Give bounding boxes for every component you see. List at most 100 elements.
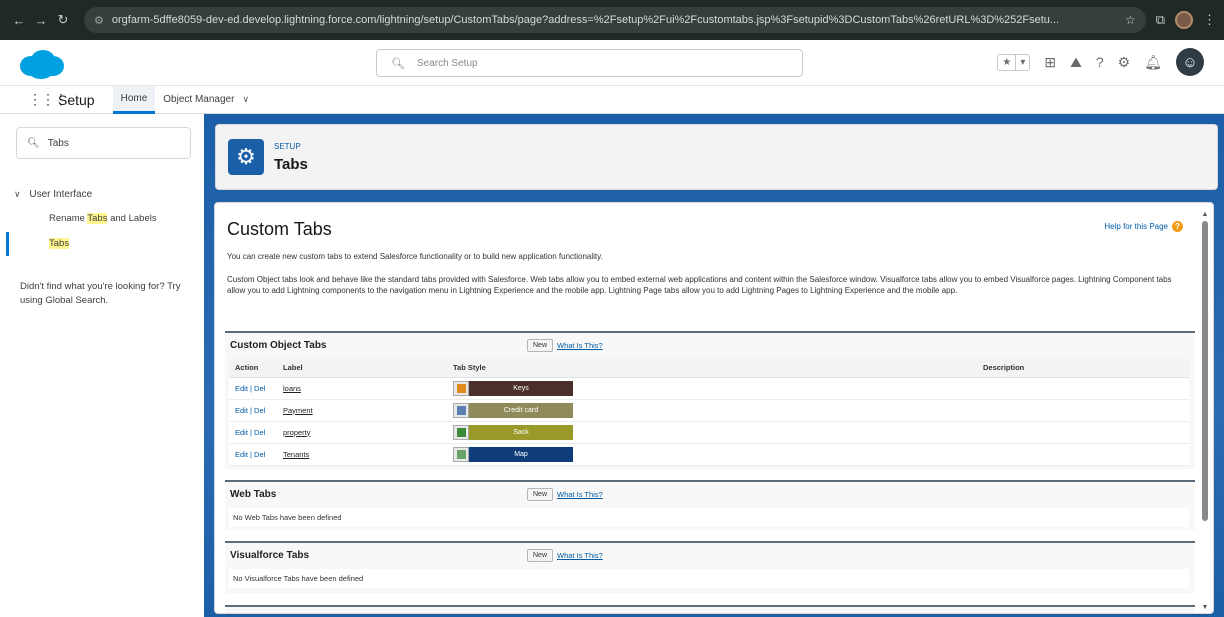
- notifications-bell-icon[interactable]: 🔔︎: [1144, 54, 1162, 71]
- tab-object-manager[interactable]: Object Manager ∨: [155, 86, 257, 114]
- tab-home[interactable]: Home: [112, 85, 156, 114]
- new-web-tab-button[interactable]: New: [527, 488, 554, 501]
- favorites-dropdown-icon[interactable]: ▾: [1015, 54, 1029, 70]
- tab-style-name: Map: [469, 446, 573, 462]
- tab-label-link[interactable]: Tenants: [283, 450, 309, 459]
- sidebar-selected-marker: [6, 232, 204, 256]
- what-is-this-link[interactable]: What Is This?: [557, 341, 603, 350]
- row-description: [977, 421, 1189, 444]
- tab-style-swatch: Keys: [453, 380, 573, 396]
- scroll-down-arrow-icon[interactable]: ▼: [1201, 604, 1209, 611]
- row-style-cell: Sack: [447, 421, 977, 444]
- help-icon[interactable]: ?: [1096, 54, 1104, 70]
- tree-section-label: User Interface: [29, 189, 93, 200]
- salesforce-logo[interactable]: [17, 49, 65, 81]
- tab-style-name: Keys: [469, 380, 573, 396]
- forward-icon[interactable]: →: [30, 13, 52, 28]
- edit-delete-links[interactable]: Edit | Del: [235, 450, 265, 459]
- table-row: Edit | Del Payment Credit card: [229, 399, 1189, 422]
- search-icon: 🔍︎: [27, 137, 40, 149]
- row-label-cell: Tenants: [277, 443, 447, 466]
- intro-text: You can create new custom tabs to extend…: [227, 252, 603, 261]
- custom-object-tabs-section: Custom Object Tabs New What Is This? Act…: [225, 331, 1195, 469]
- sidebar-item-label: Rename: [49, 213, 88, 224]
- section-title: Visualforce Tabs: [230, 550, 310, 561]
- table-row: Edit | Del loans Keys: [229, 377, 1189, 400]
- user-avatar[interactable]: ☺: [1176, 48, 1204, 76]
- tab-label-link[interactable]: Payment: [283, 406, 313, 415]
- global-actions-icon[interactable]: ⊞: [1044, 54, 1056, 71]
- row-actions: Edit | Del: [229, 399, 277, 422]
- tree-section-user-interface[interactable]: ∨ User Interface: [14, 189, 92, 200]
- favorites-group: ★ ▾: [997, 53, 1031, 71]
- row-label-cell: loans: [277, 377, 447, 400]
- quick-find-input[interactable]: 🔍︎ Tabs: [16, 127, 191, 159]
- sidebar-item-label: and Labels: [107, 213, 157, 224]
- edit-delete-links[interactable]: Edit | Del: [235, 406, 265, 415]
- tab-style-swatch: Map: [453, 446, 573, 462]
- tab-label-link[interactable]: loans: [283, 384, 301, 393]
- row-actions: Edit | Del: [229, 421, 277, 444]
- sidebar-item-tabs[interactable]: Tabs: [49, 238, 70, 249]
- row-style-cell: Credit card: [447, 399, 977, 422]
- tab-object-manager-label: Object Manager: [163, 94, 235, 105]
- gear-icon[interactable]: ⚙: [1118, 54, 1131, 71]
- empty-message: No Web Tabs have been defined: [229, 508, 1189, 527]
- profile-avatar[interactable]: [1175, 11, 1193, 29]
- row-description: [977, 443, 1189, 466]
- content-title: Custom Tabs: [227, 219, 332, 239]
- section-title: Web Tabs: [230, 489, 277, 500]
- edit-delete-links[interactable]: Edit | Del: [235, 384, 265, 393]
- section-title: Custom Object Tabs: [230, 340, 327, 351]
- new-custom-object-tab-button[interactable]: New: [527, 339, 554, 352]
- help-for-page-link[interactable]: Help for this Page ?: [1104, 221, 1183, 232]
- column-header: Action: [229, 359, 277, 378]
- next-section-partial: [225, 605, 1195, 613]
- help-icon: ?: [1172, 221, 1183, 232]
- content-scrollbar[interactable]: ▲ ▼: [1201, 211, 1209, 611]
- tab-style-name: Sack: [469, 424, 573, 440]
- quick-find-value: Tabs: [47, 137, 69, 149]
- edit-delete-links[interactable]: Edit | Del: [235, 428, 265, 437]
- page-title: Tabs: [274, 156, 308, 173]
- tab-style-swatch: Credit card: [453, 402, 573, 418]
- chevron-down-icon[interactable]: ∨: [242, 94, 249, 105]
- scroll-thumb[interactable]: [1202, 221, 1208, 521]
- row-actions: Edit | Del: [229, 377, 277, 400]
- reload-icon[interactable]: ↻: [52, 12, 74, 28]
- url-text: orgfarm-5dffe8059-dev-ed.develop.lightni…: [111, 14, 1060, 26]
- browser-menu-icon[interactable]: ⋮: [1203, 12, 1216, 28]
- column-header: Description: [977, 359, 1189, 378]
- tab-style-icon: [453, 424, 469, 440]
- site-info-icon[interactable]: ⚙: [94, 14, 104, 27]
- app-launcher-icon[interactable]: ⋮⋮⋮: [28, 91, 68, 108]
- tab-style-icon: [453, 380, 469, 396]
- address-bar[interactable]: ⚙ orgfarm-5dffe8059-dev-ed.develop.light…: [84, 7, 1146, 33]
- bookmark-star-icon[interactable]: ☆: [1117, 13, 1136, 27]
- chevron-down-icon[interactable]: ∨: [14, 189, 21, 199]
- what-is-this-link[interactable]: What Is This?: [557, 490, 603, 499]
- extensions-icon[interactable]: ⧉: [1156, 12, 1165, 28]
- scroll-up-arrow-icon[interactable]: ▲: [1201, 211, 1209, 218]
- setup-sidebar: 🔍︎ Tabs ∨ User Interface Rename Tabs and…: [0, 114, 204, 617]
- global-search-input[interactable]: 🔍︎ Search Setup: [376, 49, 803, 77]
- what-is-this-link[interactable]: What Is This?: [557, 551, 603, 560]
- setup-page-header: ⚙ SETUP Tabs: [215, 124, 1218, 190]
- global-header: 🔍︎ Search Setup ★ ▾ ⊞ ⛰ ? ⚙ 🔔︎ ☺: [0, 40, 1224, 86]
- search-placeholder: Search Setup: [416, 57, 478, 69]
- new-visualforce-tab-button[interactable]: New: [527, 549, 554, 562]
- tab-style-icon: [453, 446, 469, 462]
- global-search-hint: Didn't find what you're looking for? Try…: [20, 281, 181, 306]
- column-header: Tab Style: [447, 359, 977, 378]
- back-icon[interactable]: ←: [8, 13, 30, 28]
- custom-tabs-frame: Custom Tabs Help for this Page ? You can…: [214, 202, 1214, 614]
- intro-description: Custom Object tabs look and behave like …: [227, 275, 1172, 295]
- sidebar-item-rename-tabs[interactable]: Rename Tabs and Labels: [49, 213, 157, 224]
- favorite-star-icon[interactable]: ★: [998, 55, 1015, 70]
- tab-label-link[interactable]: property: [283, 428, 311, 437]
- row-label-cell: Payment: [277, 399, 447, 422]
- row-actions: Edit | Del: [229, 443, 277, 466]
- trailhead-icon[interactable]: ⛰: [1070, 54, 1082, 71]
- table-header-row: Action Label Tab Style Description: [229, 359, 1189, 378]
- search-icon: 🔍︎: [391, 57, 405, 70]
